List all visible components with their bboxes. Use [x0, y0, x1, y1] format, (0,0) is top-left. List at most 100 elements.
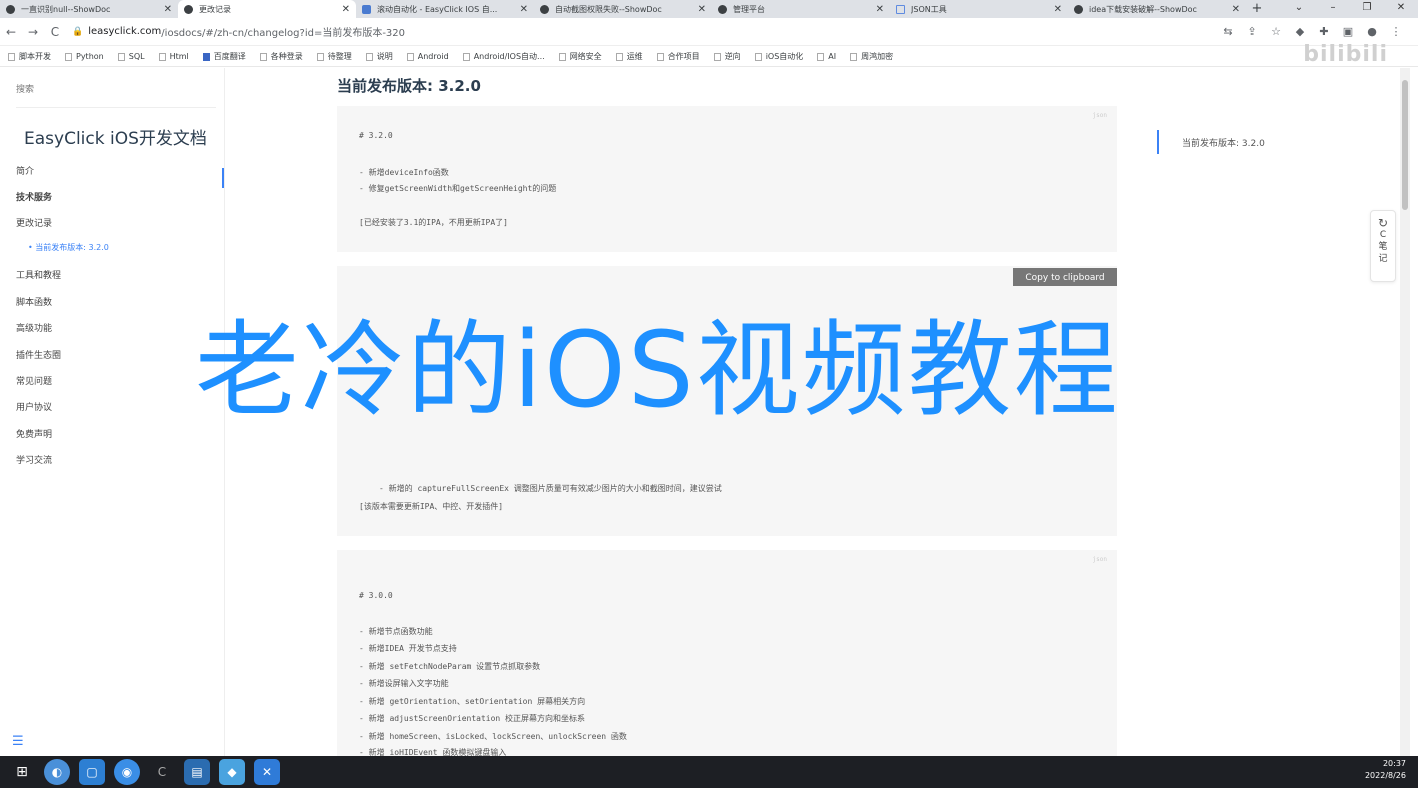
- address-bar[interactable]: 🔒 leasyclick.com /iosdocs/#/zh-cn/change…: [72, 21, 1216, 43]
- bookmark-star-icon[interactable]: ☆: [1264, 25, 1288, 38]
- app-icon[interactable]: ▤: [184, 759, 210, 785]
- bookmark-item[interactable]: iOS自动化: [754, 51, 803, 62]
- note-button[interactable]: ↻ C 笔 记: [1370, 210, 1396, 282]
- sidebar-item-changelog[interactable]: 更改记录: [16, 216, 52, 229]
- sidebar-item-disclaimer[interactable]: 免费声明: [16, 427, 52, 440]
- showdoc-icon: [6, 4, 15, 14]
- chat-app-icon[interactable]: ◉: [114, 759, 140, 785]
- code-line: [该版本需要更新IPA、中控、开发插件]: [359, 502, 504, 511]
- baidu-translate-icon: [202, 52, 210, 61]
- app-icon[interactable]: ▢: [79, 759, 105, 785]
- folder-icon: [117, 52, 125, 61]
- close-tab-icon[interactable]: ✕: [520, 4, 528, 15]
- close-tab-icon[interactable]: ✕: [876, 4, 884, 15]
- close-tab-icon[interactable]: ✕: [1232, 4, 1240, 15]
- sidebar-item-intro[interactable]: 简介: [16, 164, 34, 177]
- app-icon[interactable]: ◆: [219, 759, 245, 785]
- close-tab-icon[interactable]: ✕: [1054, 4, 1062, 15]
- back-icon[interactable]: ←: [0, 25, 22, 39]
- page-scrollbar[interactable]: [1400, 68, 1410, 756]
- folder-icon: [158, 52, 166, 61]
- copy-to-clipboard-button[interactable]: Copy to clipboard: [1013, 268, 1117, 286]
- profile-icon[interactable]: ●: [1360, 25, 1384, 38]
- browser-tab[interactable]: 一直识别null--ShowDoc ✕: [0, 0, 178, 18]
- bookmark-item[interactable]: Android: [406, 52, 449, 61]
- bookmark-item[interactable]: Html: [158, 52, 189, 61]
- reload-icon[interactable]: C: [44, 25, 66, 39]
- browser-tab-active[interactable]: 更改记录 ✕: [178, 0, 356, 18]
- bookmark-item[interactable]: 百度翻译: [202, 51, 246, 62]
- bookmark-item[interactable]: AI: [817, 52, 836, 61]
- showdoc-icon: [718, 4, 727, 14]
- bookmark-item[interactable]: 周鸿加密: [850, 51, 893, 62]
- sidebar-item-script-functions[interactable]: 脚本函数: [16, 295, 52, 308]
- code-line: - 修复getScreenWidth和getScreenHeight的问题: [359, 184, 557, 193]
- browser-tab[interactable]: 滚动自动化 - EasyClick IOS 自... ✕: [356, 0, 534, 18]
- folder-icon: [316, 52, 324, 61]
- share-icon[interactable]: ⇪: [1240, 25, 1264, 38]
- search-input[interactable]: 搜索: [16, 82, 216, 108]
- code-block-320: json # 3.2.0 - 新增deviceInfo函数 - 修复getScr…: [337, 106, 1117, 252]
- toc-item-current-release[interactable]: 当前发布版本: 3.2.0: [1182, 136, 1265, 149]
- forward-icon[interactable]: →: [22, 25, 44, 39]
- extension-icon[interactable]: ◆: [1288, 25, 1312, 38]
- hamburger-menu-icon[interactable]: ☰: [12, 734, 24, 749]
- puzzle-icon[interactable]: ✚: [1312, 25, 1336, 38]
- search-app-icon[interactable]: C: [149, 759, 175, 785]
- sidebar-subitem-current-release[interactable]: • 当前发布版本: 3.2.0: [28, 242, 109, 253]
- sidebar-item-faq[interactable]: 常见问题: [16, 374, 52, 387]
- vscode-icon[interactable]: ✕: [254, 759, 280, 785]
- bookmark-item[interactable]: 说明: [365, 51, 393, 62]
- site-brand[interactable]: EasyClick iOS开发文档: [24, 124, 207, 149]
- sidebar-item-learning[interactable]: 学习交流: [16, 453, 52, 466]
- bookmark-item[interactable]: Python: [65, 52, 104, 61]
- close-window-icon[interactable]: ✕: [1384, 0, 1418, 18]
- code-block-300: json # 3.0.0 - 新增节点函数功能 - 新增IDEA 开发节点支持 …: [337, 550, 1117, 757]
- system-clock[interactable]: 20:37 2022/8/26: [1365, 758, 1406, 782]
- sidebar-item-user-agreement[interactable]: 用户协议: [16, 400, 52, 413]
- code-line: - 新增 adjustScreenOrientation 校正屏幕方向和坐标系: [359, 714, 586, 723]
- bookmark-item[interactable]: 脚本开发: [8, 51, 51, 62]
- bookmark-item[interactable]: 待整理: [316, 51, 352, 62]
- code-line: - 新增设屏输入文字功能: [359, 679, 449, 688]
- bookmark-item[interactable]: Android/IOS自动...: [462, 51, 545, 62]
- windows-start-icon[interactable]: ⊞: [9, 759, 35, 785]
- sidepanel-icon[interactable]: ▣: [1336, 25, 1360, 38]
- browser-tab[interactable]: 管理平台 ✕: [712, 0, 890, 18]
- code-line: # 3.2.0: [359, 131, 393, 140]
- folder-icon: [817, 52, 825, 61]
- code-line: - 新增 homeScreen、isLocked、lockScreen、unlo…: [359, 732, 627, 741]
- sidebar-item-advanced[interactable]: 高级功能: [16, 321, 52, 334]
- code-lang-label: json: [1092, 556, 1107, 563]
- showdoc-icon: [540, 4, 549, 14]
- code-line: - 新增节点函数功能: [359, 627, 433, 636]
- browser-tab[interactable]: idea下载安装破解--ShowDoc ✕: [1068, 0, 1246, 18]
- bookmark-item[interactable]: SQL: [117, 52, 145, 61]
- close-tab-icon[interactable]: ✕: [698, 4, 706, 15]
- bookmark-item[interactable]: 运维: [615, 51, 643, 62]
- browser-tab[interactable]: 自动截图权限失败--ShowDoc ✕: [534, 0, 712, 18]
- bookmark-item[interactable]: 网络安全: [558, 51, 602, 62]
- bookmark-item[interactable]: 各种登录: [259, 51, 303, 62]
- code-line: - 新增IDEA 开发节点支持: [359, 644, 457, 653]
- video-title-overlay: 老冷的iOS视频教程: [195, 309, 1120, 431]
- bookmark-item[interactable]: 合作项目: [656, 51, 700, 62]
- menu-icon[interactable]: ⋮: [1384, 25, 1408, 38]
- new-tab-button[interactable]: +: [1246, 0, 1268, 18]
- sidebar-item-tech-service[interactable]: 技术服务: [16, 190, 52, 203]
- tab-search-icon[interactable]: ⌄: [1282, 0, 1316, 18]
- code-line: - 新增 setFetchNodeParam 设置节点抓取参数: [359, 662, 541, 671]
- sidebar-item-tools[interactable]: 工具和教程: [16, 268, 61, 281]
- sidebar-item-plugins[interactable]: 插件生态圈: [16, 348, 61, 361]
- restore-icon[interactable]: ❐: [1350, 0, 1384, 18]
- folder-icon: [615, 52, 623, 61]
- browser-app-icon[interactable]: ◐: [44, 759, 70, 785]
- translate-icon[interactable]: ⇆: [1216, 25, 1240, 38]
- bookmark-item[interactable]: 逆向: [713, 51, 741, 62]
- browser-tab[interactable]: JSON工具 ✕: [890, 0, 1068, 18]
- close-tab-icon[interactable]: ✕: [164, 4, 172, 15]
- close-tab-icon[interactable]: ✕: [342, 4, 350, 15]
- scrollbar-thumb[interactable]: [1402, 80, 1408, 210]
- folder-icon: [259, 52, 267, 61]
- minimize-icon[interactable]: –: [1316, 0, 1350, 18]
